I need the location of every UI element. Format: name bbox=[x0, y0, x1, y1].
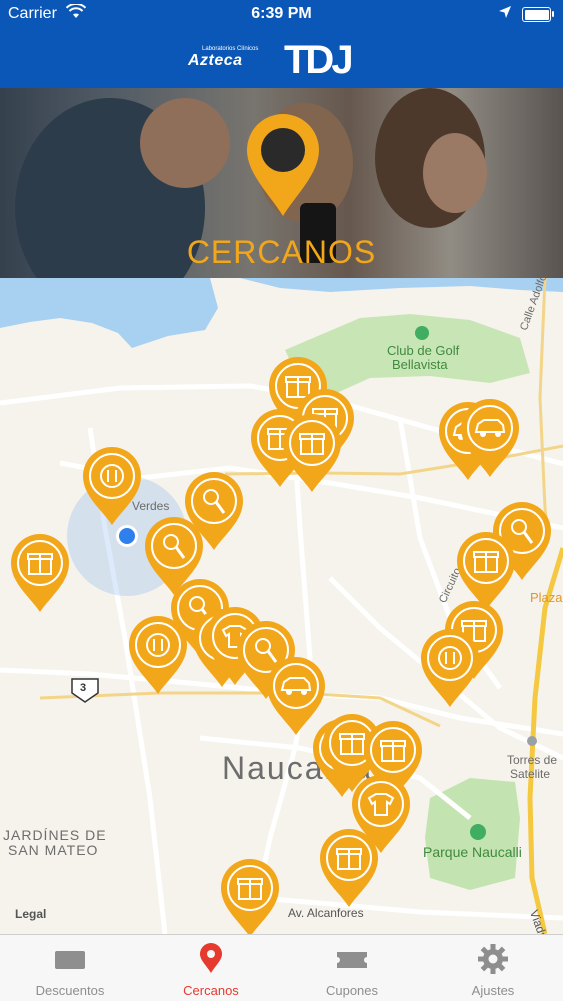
location-arrow-icon bbox=[498, 5, 512, 24]
tab-label: Ajustes bbox=[471, 983, 515, 998]
battery-tip bbox=[552, 11, 554, 17]
header-bar: Laboratorios Clínicos Azteca TDJ bbox=[0, 30, 563, 88]
map-pin[interactable] bbox=[281, 412, 343, 494]
map-pin[interactable] bbox=[219, 857, 281, 934]
map-pin[interactable] bbox=[9, 532, 71, 614]
car-icon bbox=[461, 399, 519, 477]
tab-ajustes[interactable]: Ajustes bbox=[423, 935, 563, 1001]
tab-bar: Descuentos Cercanos Cupones Ajustes bbox=[0, 934, 563, 1001]
map-label-plaza: Plaza bbox=[530, 590, 563, 605]
map-pin[interactable] bbox=[419, 627, 481, 709]
gift-icon bbox=[320, 829, 378, 907]
map-legal-link[interactable]: Legal bbox=[15, 907, 46, 921]
tab-label: Cercanos bbox=[183, 983, 239, 998]
tab-cercanos[interactable]: Cercanos bbox=[141, 935, 281, 1001]
tab-descuentos[interactable]: Descuentos bbox=[0, 935, 140, 1001]
azteca-logo-text: Azteca bbox=[188, 52, 243, 69]
map-view[interactable]: Club de Golf Bellavista Calle Adolfo L. … bbox=[0, 278, 563, 934]
status-bar: Carrier 6:39 PM bbox=[0, 0, 563, 30]
gift-icon bbox=[11, 534, 69, 612]
banner-title: CERCANOS bbox=[186, 234, 377, 270]
gift-icon bbox=[283, 414, 341, 492]
battery-icon bbox=[522, 7, 551, 22]
map-pin[interactable] bbox=[459, 397, 521, 479]
map-label-torres-1: Torres de bbox=[507, 753, 558, 767]
tab-label: Cupones bbox=[325, 983, 379, 998]
map-pin[interactable] bbox=[318, 827, 380, 909]
map-pin[interactable] bbox=[81, 445, 143, 527]
map-pin[interactable] bbox=[127, 614, 189, 696]
map-label-golf-1: Club de Golf bbox=[387, 343, 460, 358]
map-label-jardines-2: SAN MATEO bbox=[8, 842, 99, 858]
azteca-logo: Laboratorios Clínicos Azteca bbox=[188, 46, 258, 70]
clock: 6:39 PM bbox=[251, 5, 312, 22]
location-pin-icon bbox=[200, 943, 222, 973]
restaurant-icon bbox=[83, 447, 141, 525]
tab-label: Descuentos bbox=[35, 983, 105, 998]
tab-cupones[interactable]: Cupones bbox=[282, 935, 422, 1001]
cercanos-banner: CERCANOS bbox=[0, 88, 563, 278]
coupon-icon bbox=[337, 952, 367, 968]
ticket-icon bbox=[55, 951, 85, 969]
map-label-golf-2: Bellavista bbox=[392, 357, 448, 372]
map-label-torres-2: Satelite bbox=[510, 767, 551, 781]
tdj-logo: TDJ bbox=[284, 38, 354, 82]
route-shield-number: 3 bbox=[80, 682, 87, 694]
location-pin-icon bbox=[247, 114, 319, 216]
map-label-parque: Parque Naucalli bbox=[423, 844, 522, 860]
restaurant-icon bbox=[421, 629, 479, 707]
gear-icon bbox=[478, 944, 508, 974]
gift-icon bbox=[221, 859, 279, 934]
restaurant-icon bbox=[129, 616, 187, 694]
map-label-jardines-1: JARDÍNES DE bbox=[3, 827, 107, 843]
